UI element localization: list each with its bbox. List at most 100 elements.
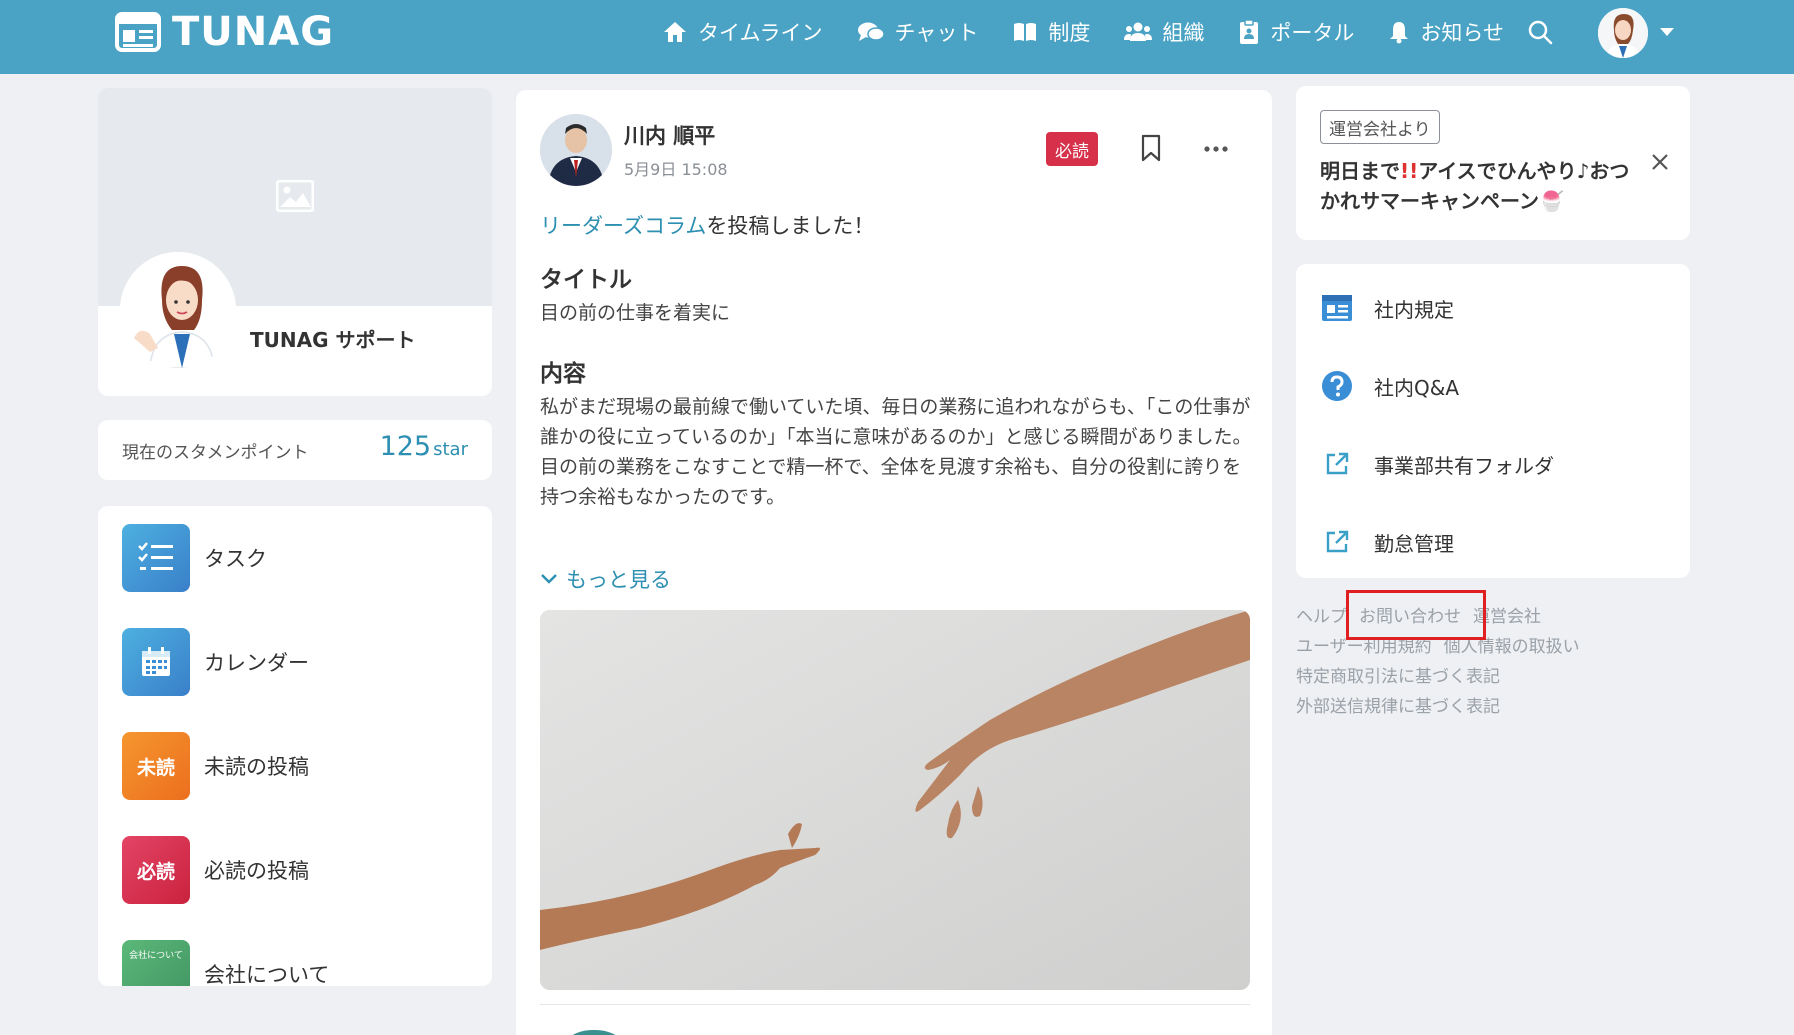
- menu-item-task-label: タスク: [204, 547, 267, 571]
- link-attendance[interactable]: 勤怠管理: [1320, 522, 1454, 562]
- calendar-icon: [122, 628, 190, 696]
- post-content-heading: 内容: [540, 361, 586, 387]
- bell-icon: [1390, 22, 1409, 44]
- show-more-link[interactable]: もっと見る: [540, 564, 671, 594]
- main-nav: タイムライン チャット 制度 組織 ポータル お知らせ: [662, 14, 1538, 50]
- notice-text-bang: !!: [1400, 159, 1419, 183]
- link-internal-rules-label: 社内規定: [1374, 297, 1454, 322]
- document-icon: [1320, 291, 1354, 325]
- nav-notifications-label: お知らせ: [1420, 21, 1504, 45]
- nav-system-label: 制度: [1048, 21, 1091, 45]
- link-attendance-label: 勤怠管理: [1374, 531, 1454, 556]
- link-shared-folder-label: 事業部共有フォルダ: [1374, 453, 1554, 478]
- footer-commerce-law-link[interactable]: 特定商取引法に基づく表記: [1296, 662, 1500, 687]
- question-icon: [1320, 369, 1354, 403]
- chevron-down-icon[interactable]: [1660, 28, 1674, 36]
- user-avatar[interactable]: [1598, 8, 1648, 58]
- profile-avatar[interactable]: [120, 252, 236, 368]
- external-link-icon: [1320, 447, 1354, 481]
- timeline-post: 川内 順平 5月9日 15:08 必読 リーダーズコラムを投稿しました！ タイト…: [516, 90, 1272, 1035]
- logo-text: TUNAG: [172, 9, 335, 55]
- logo-mark-icon: [115, 12, 161, 52]
- link-internal-qa-label: 社内Q&A: [1374, 375, 1460, 400]
- notice-text-pre: 明日まで: [1320, 159, 1400, 183]
- post-content-text: 私がまだ現場の最前線で働いていた頃、毎日の業務に追われながらも、「この仕事が誰か…: [540, 396, 1252, 508]
- contact-highlight-box: [1346, 590, 1486, 640]
- nav-portal-label: ポータル: [1270, 21, 1355, 45]
- post-image[interactable]: [540, 610, 1250, 990]
- operator-notice-card[interactable]: 運営会社より 明日まで!!アイスでひんやり♪おつかれサマーキャンペーン🍧: [1296, 86, 1690, 240]
- notice-tag: 運営会社より: [1320, 110, 1440, 144]
- chevron-down-icon: [541, 574, 557, 584]
- post-author-name[interactable]: 川内 順平: [624, 120, 715, 150]
- nav-timeline[interactable]: タイムライン: [662, 14, 823, 50]
- post-divider: [540, 1004, 1250, 1005]
- footer-help-link[interactable]: ヘルプ: [1296, 602, 1347, 627]
- quick-links-card: 社内規定 社内Q&A 事業部共有フォルダ 勤怠管理: [1296, 264, 1690, 578]
- points-card: 現在のスタメンポイント 125 star: [98, 420, 492, 480]
- nav-notifications[interactable]: お知らせ: [1388, 14, 1504, 50]
- must-read-icon: 必読: [122, 836, 190, 904]
- people-icon: [1124, 22, 1153, 41]
- bookmark-icon[interactable]: [1140, 134, 1162, 162]
- post-author-avatar[interactable]: [540, 114, 612, 186]
- link-internal-qa[interactable]: 社内Q&A: [1320, 366, 1459, 406]
- post-title-text: 目の前の仕事を着実に: [540, 302, 731, 324]
- home-icon: [664, 22, 686, 42]
- book-icon: [1014, 23, 1037, 41]
- nav-chat-label: チャット: [894, 21, 979, 45]
- notice-text: 明日まで!!アイスでひんやり♪おつかれサマーキャンペーン🍧: [1320, 156, 1640, 216]
- unread-icon: 未読: [122, 732, 190, 800]
- external-link-icon: [1320, 525, 1354, 559]
- search-icon[interactable]: [1526, 18, 1554, 46]
- avatar-illustration-icon: [1598, 8, 1648, 58]
- points-value[interactable]: 125 star: [380, 431, 468, 462]
- menu-item-calendar-label: カレンダー: [204, 651, 309, 675]
- image-placeholder-icon: [276, 180, 314, 212]
- nav-organization[interactable]: 組織: [1124, 14, 1204, 50]
- footer-external-transmission-link[interactable]: 外部送信規律に基づく表記: [1296, 692, 1500, 717]
- show-more-label: もっと見る: [566, 568, 671, 592]
- chat-icon: [857, 22, 885, 41]
- post-title-heading: タイトル: [540, 267, 632, 293]
- company-icon: 会社について: [122, 940, 190, 986]
- link-internal-rules[interactable]: 社内規定: [1320, 288, 1454, 328]
- support-character-icon: [120, 252, 236, 368]
- menu-item-must-read-label: 必読の投稿: [204, 859, 309, 883]
- menu-item-task[interactable]: タスク: [122, 524, 267, 592]
- task-icon: [122, 524, 190, 592]
- portal-icon: [1240, 19, 1259, 44]
- menu-item-unread[interactable]: 未読 未読の投稿: [122, 732, 309, 800]
- post-intro: リーダーズコラムを投稿しました！: [540, 210, 874, 240]
- menu-item-company-label: 会社について: [204, 963, 330, 986]
- tunag-logo[interactable]: TUNAG: [114, 10, 334, 54]
- footer-row-4: 外部送信規律に基づく表記: [1296, 692, 1512, 717]
- menu-item-calendar[interactable]: カレンダー: [122, 628, 309, 696]
- top-navigation-bar: TUNAG タイムライン チャット 制度 組織 ポータル お知らせ: [0, 0, 1794, 74]
- author-photo-icon: [540, 114, 612, 186]
- nav-portal[interactable]: ポータル: [1238, 14, 1354, 50]
- menu-item-unread-label: 未読の投稿: [204, 755, 309, 779]
- close-icon[interactable]: [1650, 152, 1670, 172]
- must-read-badge: 必読: [1046, 132, 1098, 166]
- nav-system[interactable]: 制度: [1012, 14, 1090, 50]
- nav-chat[interactable]: チャット: [857, 14, 979, 50]
- reaching-hands-image-icon: [540, 610, 1250, 990]
- menu-item-must-read[interactable]: 必読 必読の投稿: [122, 836, 309, 904]
- leaders-column-link[interactable]: リーダーズコラム: [540, 214, 706, 238]
- post-date: 5月9日 15:08: [624, 160, 728, 179]
- more-options-icon[interactable]: [1204, 146, 1228, 152]
- points-number: 125: [379, 431, 432, 462]
- profile-name[interactable]: TUNAG サポート: [250, 324, 415, 353]
- points-label: 現在のスタメンポイント: [122, 443, 309, 463]
- nav-organization-label: 組織: [1162, 21, 1205, 45]
- footer-row-3: 特定商取引法に基づく表記: [1296, 662, 1512, 687]
- menu-item-company[interactable]: 会社について 会社について: [122, 940, 329, 986]
- nav-timeline-label: タイムライン: [698, 21, 823, 45]
- profile-card: TUNAG サポート: [98, 88, 492, 396]
- shortcut-menu: タスク カレンダー 未読 未読の投稿 必読 必読の投稿 会社について 会社につい…: [98, 506, 492, 986]
- post-intro-text: を投稿しました！: [706, 214, 875, 238]
- points-unit: star: [433, 439, 468, 460]
- next-post-avatar[interactable]: [552, 1030, 636, 1035]
- link-shared-folder[interactable]: 事業部共有フォルダ: [1320, 444, 1554, 484]
